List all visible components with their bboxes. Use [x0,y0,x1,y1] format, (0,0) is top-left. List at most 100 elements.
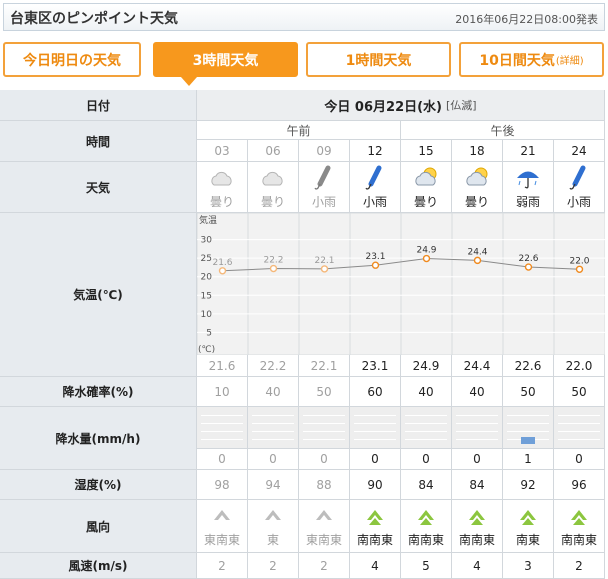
precip-prob-value: 40 [248,377,299,407]
temperature-value: 24.4 [452,355,503,377]
precip-amount-value: 0 [197,449,248,470]
rain-gridline [303,415,345,416]
wind-speed-value: 2 [554,553,605,579]
temperature-value: 22.1 [299,355,350,377]
temperature-value: 22.2 [248,355,299,377]
temperature-data-label: 22.6 [518,254,538,264]
wind-direction-cell: 南南東 [554,500,605,553]
rain-gridline [303,423,345,424]
cloud-sun-icon [401,165,451,189]
cloud-sun-icon [452,165,502,189]
temperature-label: 気温(℃) [0,213,197,377]
rain-gridline [456,439,498,440]
rain-gridline [507,415,549,416]
hour-cell: 21 [503,140,554,162]
precip-amount-cell [452,407,503,449]
rain-gridline [405,439,447,440]
wind-speed-value: 2 [197,553,248,579]
precip-amount-cell [401,407,452,449]
weather-text: 曇り [464,195,489,209]
wind-speed-value: 5 [401,553,452,579]
weather-text: 小雨 [362,195,387,209]
wind-direction-text: 東南東 [203,533,240,547]
wind-arrow-icon [248,506,298,526]
temperature-data-label: 22.1 [314,256,334,266]
hour-cell: 09 [299,140,350,162]
temperature-data-label: 21.6 [212,258,232,268]
wind-direction-text: 東 [266,533,279,547]
wind-speed-value: 2 [248,553,299,579]
chart-tick-label: 30 [201,236,213,246]
date-label: 日付 [0,90,197,121]
rain-gridline [201,439,243,440]
date-text: 今日 06月22日(水) [324,99,442,115]
precip-amount-cell [503,407,554,449]
rain-gridline [405,431,447,432]
chart-tick-label: 20 [201,273,213,283]
weather-text: 小雨 [566,195,591,209]
precip-prob-value: 40 [401,377,452,407]
precip-prob-value: 50 [299,377,350,407]
rain-gridline [558,423,600,424]
temperature-chart: 気温 30 25 20 15 10 5 (℃) 21.6 22.2 22.1 23.1 24.9 24.4… [197,213,605,355]
temperature-data-label: 24.9 [416,246,436,256]
chart-column-bg [502,213,555,355]
wind-arrow-icon [299,506,349,526]
temperature-point [524,263,533,271]
wind-speed-value: 3 [503,553,554,579]
precip-prob-label: 降水確率(%) [0,377,197,407]
precip-amount-value: 0 [452,449,503,470]
weather-cell: 曇り [452,162,503,213]
closed-umbrella-icon [299,165,349,190]
rain-gridline [456,431,498,432]
precip-amount-cell [248,407,299,449]
rain-gridline [303,431,345,432]
pm-header: 午後 [401,121,605,140]
cloud-icon [197,165,247,189]
humidity-value: 98 [197,470,248,500]
temperature-point [575,265,584,273]
wind-speed-value: 4 [452,553,503,579]
hour-cell: 18 [452,140,503,162]
humidity-value: 90 [350,470,401,500]
rain-gridline [201,415,243,416]
precip-amount-label: 降水量(mm/h) [0,407,197,470]
chart-column-bg [400,213,453,355]
tab-10day[interactable]: 10日間天気 (詳細) [459,42,604,77]
wind-direction-cell: 東南東 [197,500,248,553]
temperature-data-label: 22.0 [569,256,589,266]
tab-1hour[interactable]: 1時間天気 [306,42,451,77]
precip-amount-cell [299,407,350,449]
am-header: 午前 [197,121,401,140]
tab-today-tomorrow[interactable]: 今日明日の天気 [3,42,141,77]
humidity-value: 84 [452,470,503,500]
closed-umbrella-icon [554,165,604,190]
chart-tick-label: 15 [201,291,212,301]
wind-speed-value: 4 [350,553,401,579]
rain-gridline [252,423,294,424]
wind-arrow-icon [350,506,400,526]
wind-direction-text: 南東 [515,533,540,547]
tab-3hour[interactable]: 3時間天気 [153,42,298,77]
weather-text: 曇り [260,195,285,209]
precip-amount-value: 0 [554,449,605,470]
wind-direction-cell: 南南東 [401,500,452,553]
temperature-chart-cell: 気温 30 25 20 15 10 5 (℃) 21.6 22.2 22.1 23.1 24.9 24.4… [197,213,605,355]
wind-arrow-icon [401,506,451,526]
date-heading: 今日 06月22日(水) [仏滅] [197,90,605,121]
temperature-data-label: 22.2 [263,256,283,266]
chart-column-bg [298,213,351,355]
rain-gridline [507,423,549,424]
weather-text: 曇り [413,195,438,209]
chart-column-bg [247,213,300,355]
tab-detail-note: (詳細) [555,56,584,67]
temperature-value: 22.0 [554,355,605,377]
wind-direction-cell: 南東 [503,500,554,553]
rain-gridline [201,423,243,424]
chart-column-bg [349,213,402,355]
weather-text: 小雨 [311,195,336,209]
hour-cell: 24 [554,140,605,162]
wind-direction-text: 南南東 [356,533,393,547]
rain-gridline [456,415,498,416]
tab-label: 1時間天気 [345,52,412,69]
